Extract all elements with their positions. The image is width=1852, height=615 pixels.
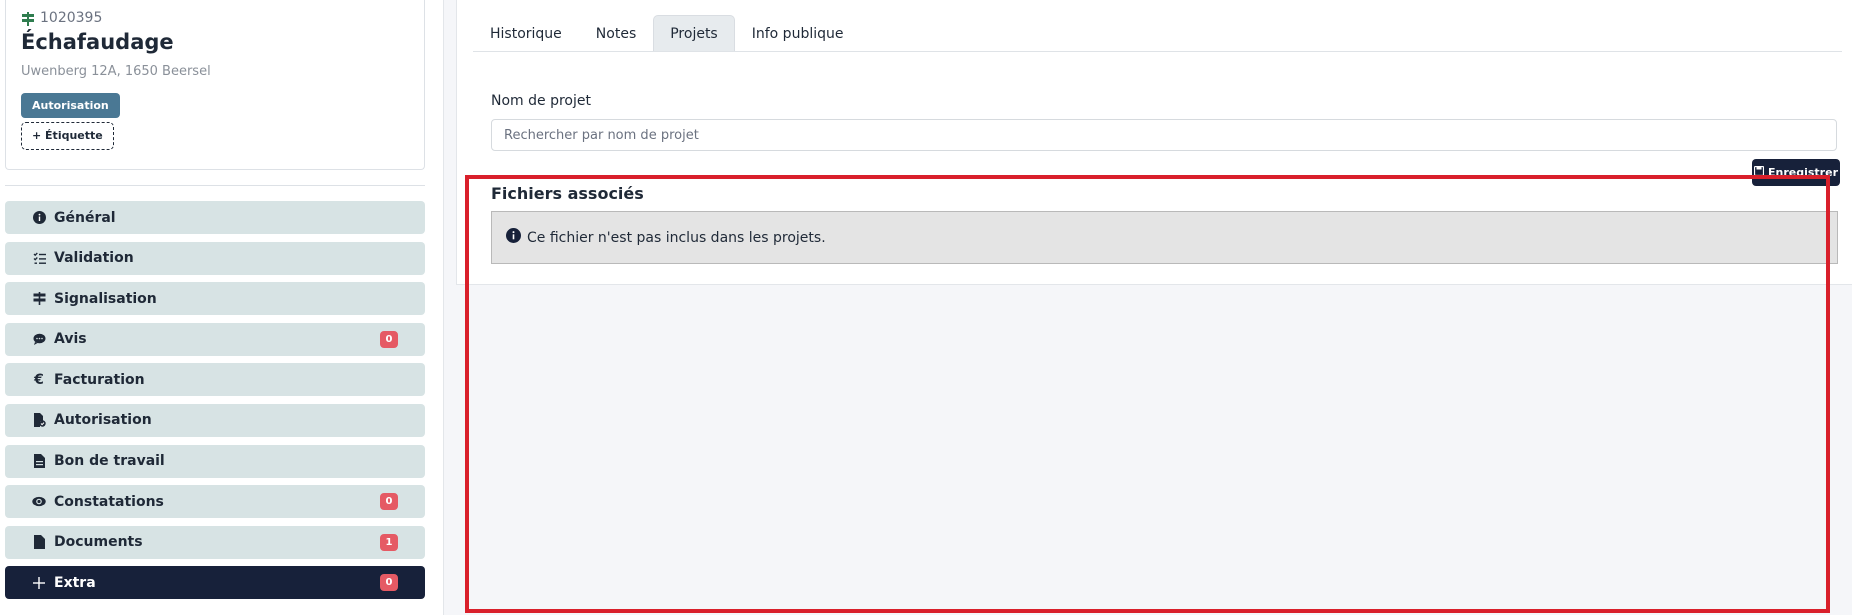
- tab-info-publique[interactable]: Info publique: [735, 15, 861, 51]
- plus-icon: [32, 576, 46, 590]
- speech-bubble-icon: [32, 332, 46, 346]
- record-card: 1020395 Échafaudage Uwenberg 12A, 1650 B…: [5, 0, 425, 170]
- file-icon: [32, 535, 46, 550]
- sidebar-item-label: Avis: [54, 331, 87, 348]
- reference-row: 1020395: [21, 10, 102, 26]
- checklist-icon: [32, 251, 46, 265]
- file-icon: [32, 454, 46, 469]
- sidebar-item-avis[interactable]: Avis 0: [5, 322, 425, 356]
- project-search-input[interactable]: [491, 119, 1837, 151]
- sidebar-item-signalisation[interactable]: Signalisation: [5, 282, 425, 316]
- sidebar-item-constatations[interactable]: Constatations 0: [5, 485, 425, 519]
- left-sidebar: 1020395 Échafaudage Uwenberg 12A, 1650 B…: [0, 0, 438, 615]
- sidebar-item-documents[interactable]: Documents 1: [5, 525, 425, 559]
- sidebar-item-label: Général: [54, 209, 116, 226]
- sidebar-item-label: Documents: [54, 534, 143, 551]
- sidebar-nav: Général Validation Signalisation Avis 0 …: [5, 201, 425, 607]
- record-address: Uwenberg 12A, 1650 Beersel: [21, 64, 211, 79]
- euro-icon: €: [34, 371, 44, 388]
- sidebar-item-bon-de-travail[interactable]: Bon de travail: [5, 444, 425, 478]
- sidebar-divider: [5, 185, 425, 186]
- tab-notes[interactable]: Notes: [579, 15, 653, 51]
- sidebar-item-facturation[interactable]: € Facturation: [5, 363, 425, 397]
- eye-icon: [32, 495, 46, 509]
- count-badge: 1: [380, 533, 398, 551]
- sidebar-item-extra[interactable]: Extra 0: [5, 566, 425, 600]
- sidebar-item-label: Facturation: [54, 371, 145, 388]
- main-area: Historique Notes Projets Info publique N…: [444, 0, 1852, 615]
- tab-projets[interactable]: Projets: [653, 15, 735, 51]
- add-tag-button[interactable]: + Étiquette: [21, 122, 114, 150]
- record-title: Échafaudage: [21, 30, 174, 54]
- sidebar-item-label: Validation: [54, 250, 134, 267]
- count-badge: 0: [380, 574, 398, 592]
- project-name-label: Nom de projet: [491, 93, 591, 109]
- file-check-icon: [32, 413, 46, 428]
- associated-files-title: Fichiers associés: [491, 184, 644, 203]
- signpost-icon: [21, 11, 35, 26]
- sidebar-item-general[interactable]: Général: [5, 201, 425, 234]
- save-button-label: Enregistrer: [1768, 166, 1838, 179]
- tab-underline: [473, 51, 1842, 52]
- count-badge: 0: [380, 330, 398, 348]
- info-circle-icon: [32, 211, 46, 225]
- info-message-text: Ce fichier n'est pas inclus dans les pro…: [527, 229, 826, 246]
- sidebar-item-label: Extra: [54, 574, 96, 591]
- sidebar-item-label: Autorisation: [54, 412, 152, 429]
- count-badge: 0: [380, 493, 398, 511]
- content-panel: Historique Notes Projets Info publique N…: [456, 0, 1852, 285]
- floppy-disk-icon: [1753, 165, 1765, 179]
- tab-historique[interactable]: Historique: [473, 15, 579, 51]
- status-badge: Autorisation: [21, 93, 120, 118]
- save-button[interactable]: Enregistrer: [1752, 159, 1840, 186]
- sidebar-item-autorisation[interactable]: Autorisation: [5, 403, 425, 437]
- sidebar-item-validation[interactable]: Validation: [5, 241, 425, 275]
- tab-bar: Historique Notes Projets Info publique: [473, 15, 860, 51]
- reference-number: 1020395: [40, 10, 103, 26]
- sidebar-item-label: Bon de travail: [54, 453, 165, 470]
- info-circle-icon: [506, 228, 521, 247]
- sidebar-item-label: Signalisation: [54, 290, 157, 307]
- sidebar-item-label: Constatations: [54, 493, 164, 510]
- signpost-icon: [32, 292, 46, 306]
- info-message-box: Ce fichier n'est pas inclus dans les pro…: [491, 211, 1838, 264]
